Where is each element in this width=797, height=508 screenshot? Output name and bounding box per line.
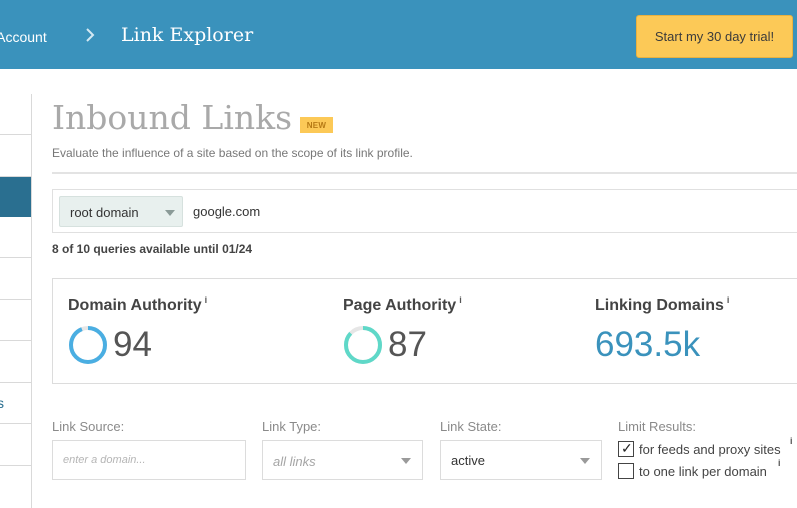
search-bar: root domain [52,189,797,233]
checkmark-icon: ✓ [621,440,633,456]
domain-authority-value: 94 [113,325,152,364]
breadcrumb-current-page: Link Explorer [121,24,254,46]
caret-down-icon [165,210,175,216]
one-link-per-domain-checkbox[interactable] [618,463,634,479]
sidebar: s [0,94,32,508]
info-icon[interactable]: i [790,436,793,446]
page-subtitle: Evaluate the influence of a site based o… [52,146,413,160]
feeds-proxy-label: for feeds and proxy sites [639,442,781,457]
link-state-label: Link State: [440,419,502,434]
sidebar-item-partial[interactable]: s [0,383,31,424]
link-state-value: active [451,453,485,468]
top-bar: s Account Link Explorer Start my 30 day … [0,0,797,69]
sidebar-item[interactable] [0,424,31,466]
linking-domains-label: Linking Domains i [595,295,730,314]
sidebar-item[interactable] [0,135,31,177]
link-state-dropdown[interactable]: active [440,440,602,480]
linking-domains-value: 693.5k [595,325,701,364]
link-source-label: Link Source: [52,419,125,434]
link-type-label: Link Type: [262,419,322,434]
page-authority-label: Page Authority i [343,295,462,314]
sidebar-item[interactable] [0,217,31,258]
info-icon[interactable]: i [778,458,781,468]
chevron-right-icon [86,28,95,42]
link-type-dropdown[interactable]: all links [262,440,423,480]
scope-dropdown[interactable]: root domain [59,196,183,227]
domain-authority-ring [69,326,107,364]
domain-authority-label: Domain Authority i [68,295,208,314]
feeds-proxy-checkbox[interactable]: ✓ [618,440,634,457]
link-type-value: all links [273,454,316,469]
divider [52,172,797,174]
sidebar-item[interactable] [0,258,31,300]
page-authority-value: 87 [388,325,427,364]
new-badge: NEW [300,117,333,133]
scope-dropdown-value: root domain [70,205,139,220]
link-source-input[interactable]: enter a domain... [52,440,246,480]
info-icon[interactable]: i [459,295,462,305]
start-trial-button[interactable]: Start my 30 day trial! [636,15,793,58]
query-quota-text: 8 of 10 queries available until 01/24 [52,242,253,256]
caret-down-icon [580,458,590,464]
sidebar-item-active[interactable] [0,177,31,217]
page-title: Inbound Links [52,98,293,137]
info-icon[interactable]: i [205,295,208,305]
domain-search-input[interactable] [189,196,789,227]
link-source-placeholder: enter a domain... [63,454,146,466]
sidebar-item[interactable] [0,94,31,135]
sidebar-item[interactable] [0,300,31,341]
breadcrumb-account-link[interactable]: s Account [0,29,47,45]
info-icon[interactable]: i [727,295,730,305]
caret-down-icon [401,458,411,464]
metrics-panel: Domain Authority i 94 Page Authority i 87 … [52,278,797,384]
sidebar-item[interactable] [0,341,31,383]
page-authority-ring [344,326,382,364]
one-link-per-domain-label: to one link per domain [639,464,767,479]
limit-results-label: Limit Results: [618,419,697,434]
sidebar-item-label: s [0,395,4,411]
